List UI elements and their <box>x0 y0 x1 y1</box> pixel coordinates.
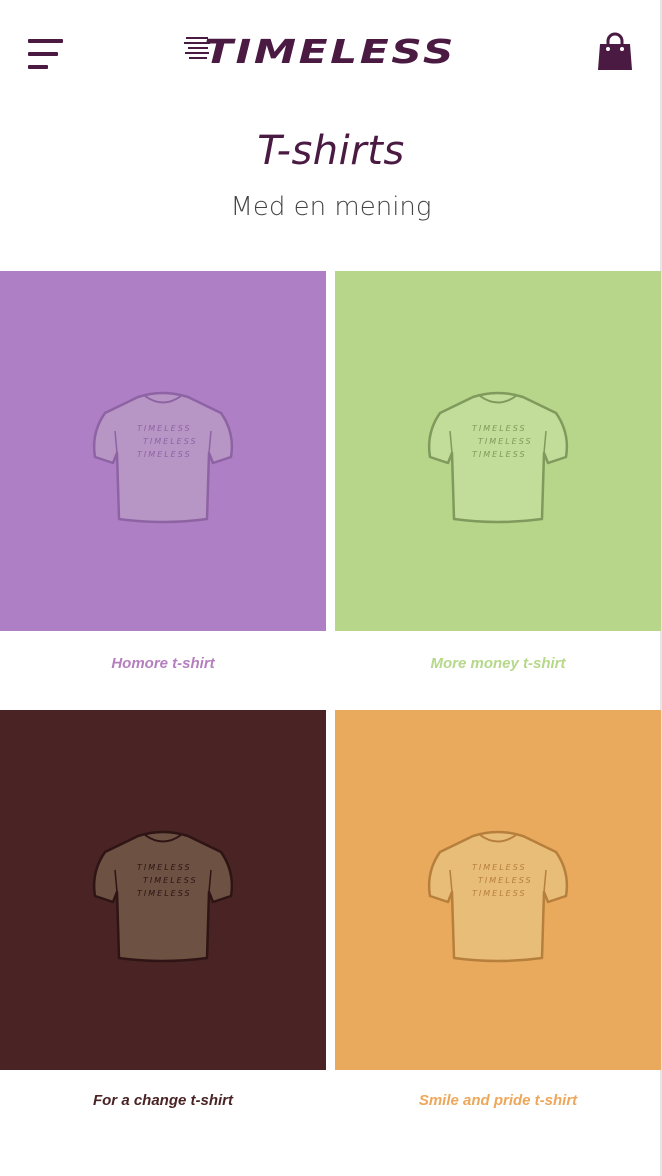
shirt-print-text: TIMELESS <box>472 450 527 459</box>
shirt-print-text: TIMELESS <box>137 424 192 433</box>
t-shirt-image: TIMELESS TIMELESS TIMELESS <box>427 391 569 524</box>
page-subtitle: Med en mening <box>230 192 432 222</box>
shirt-print-text: TIMELESS <box>137 863 192 872</box>
t-shirt-image: TIMELESS TIMELESS TIMELESS <box>92 391 234 524</box>
shirt-print-text: TIMELESS <box>143 437 198 446</box>
shirt-print-text: TIMELESS <box>472 889 527 898</box>
shirt-print-text: TIMELESS <box>472 424 527 433</box>
shopping-bag-icon[interactable] <box>597 32 633 72</box>
product-name-link[interactable]: Smile and pride t-shirt <box>335 1092 661 1109</box>
page-title: T-shirts <box>257 128 405 174</box>
product-name-link[interactable]: For a change t-shirt <box>0 1092 326 1109</box>
product-card[interactable]: TIMELESS TIMELESS TIMELESS <box>335 271 661 631</box>
t-shirt-image: TIMELESS TIMELESS TIMELESS <box>427 830 569 963</box>
product-card[interactable]: TIMELESS TIMELESS TIMELESS <box>0 710 326 1070</box>
shirt-print-text: TIMELESS <box>478 876 533 885</box>
shirt-print-text: TIMELESS <box>137 889 192 898</box>
shirt-print-text: TIMELESS <box>478 437 533 446</box>
shirt-print-text: TIMELESS <box>472 863 527 872</box>
site-header: TIMELESS <box>0 0 662 105</box>
svg-text:TIMELESS: TIMELESS <box>204 32 456 71</box>
timeless-logo[interactable]: TIMELESS <box>184 28 460 72</box>
product-name-link[interactable]: Homore t-shirt <box>0 655 326 672</box>
shirt-print-text: TIMELESS <box>143 876 198 885</box>
shirt-print-text: TIMELESS <box>137 450 192 459</box>
product-card[interactable]: TIMELESS TIMELESS TIMELESS <box>0 271 326 631</box>
product-card[interactable]: TIMELESS TIMELESS TIMELESS <box>335 710 661 1070</box>
hamburger-menu-icon[interactable] <box>28 36 64 72</box>
t-shirt-image: TIMELESS TIMELESS TIMELESS <box>92 830 234 963</box>
product-name-link[interactable]: More money t-shirt <box>335 655 661 672</box>
